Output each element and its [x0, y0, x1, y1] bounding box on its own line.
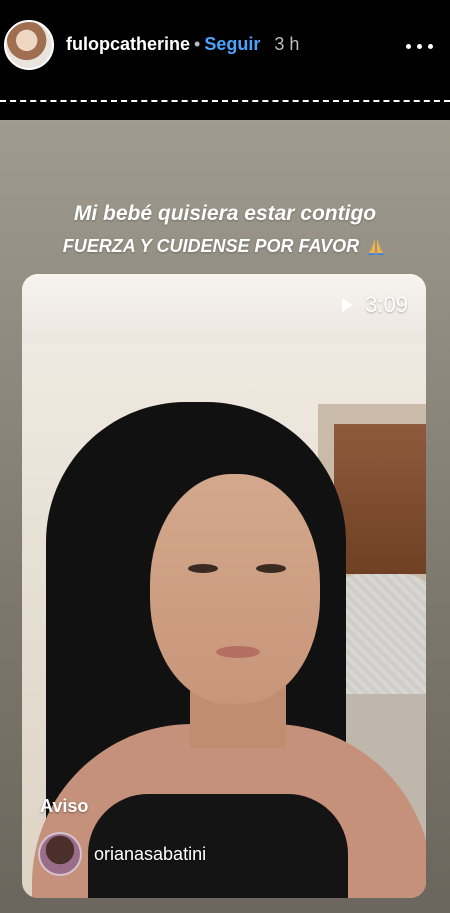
story-header: fulopcatherine • Seguir 3 h: [0, 0, 450, 90]
follow-button[interactable]: Seguir: [204, 34, 260, 54]
mention-avatar[interactable]: [38, 832, 82, 876]
video-duration[interactable]: 3:09: [342, 292, 408, 318]
reshared-video-card[interactable]: 3:09 Aviso orianasabatini: [22, 274, 426, 898]
notice-label: Aviso: [40, 796, 89, 816]
story-content[interactable]: Mi bebé quisiera estar contigo FUERZA Y …: [0, 120, 450, 913]
post-time: 3 h: [274, 34, 300, 54]
video-person-lips: [216, 646, 260, 658]
video-person-eye-right: [256, 564, 286, 573]
profile-avatar[interactable]: [4, 20, 54, 70]
story-progress-bar: [0, 100, 450, 102]
video-person-face: [150, 474, 320, 704]
caption-line-1: Mi bebé quisiera estar contigo: [73, 202, 377, 225]
play-icon[interactable]: [342, 298, 354, 312]
praying-hands-icon: [365, 238, 387, 256]
more-options-icon[interactable]: [406, 44, 433, 49]
caption-line-2: FUERZA Y CUIDENSE POR FAVOR: [0, 236, 450, 257]
caption-line-2-text: FUERZA Y CUIDENSE POR FAVOR: [62, 236, 360, 256]
video-person-eye-left: [188, 564, 218, 573]
separator-dot: •: [194, 34, 201, 54]
video-door-panel: [334, 424, 426, 574]
mention-username[interactable]: orianasabatini: [94, 844, 206, 865]
duration-text: 3:09: [365, 292, 408, 317]
user-line: fulopcatherine • Seguir 3 h: [66, 34, 299, 55]
mention-tag[interactable]: orianasabatini: [38, 832, 206, 876]
username[interactable]: fulopcatherine: [66, 34, 190, 54]
